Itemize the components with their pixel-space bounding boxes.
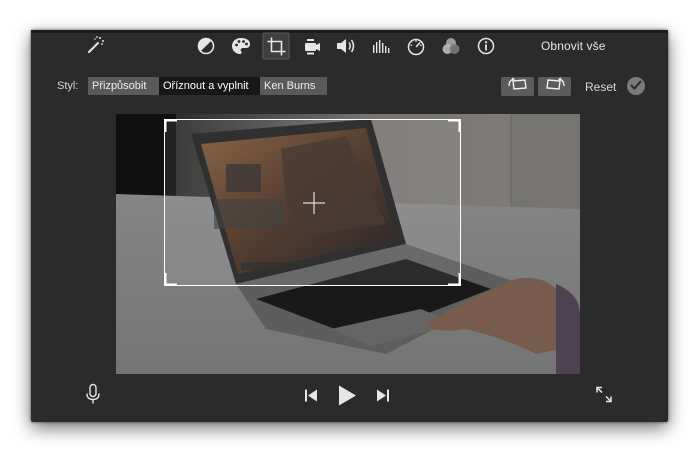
- stabilization-icon[interactable]: [300, 34, 324, 58]
- voiceover-button[interactable]: [85, 383, 101, 411]
- restore-all-button[interactable]: Obnovit vše: [541, 39, 605, 53]
- crop-handle-bottom-left[interactable]: [164, 272, 178, 286]
- rotate-right-button[interactable]: [538, 77, 571, 96]
- volume-icon[interactable]: [334, 34, 358, 58]
- rotate-left-icon: [507, 77, 529, 96]
- style-ken-burns-button[interactable]: Ken Burns: [260, 77, 327, 95]
- skip-forward-button[interactable]: [376, 389, 390, 408]
- fullscreen-button[interactable]: [595, 386, 613, 409]
- crop-icon[interactable]: [262, 32, 290, 60]
- color-balance-icon[interactable]: [194, 34, 218, 58]
- play-icon: [337, 385, 357, 412]
- crop-handle-bottom-right[interactable]: [447, 272, 461, 286]
- style-label: Styl:: [57, 80, 79, 92]
- title-strip: [31, 30, 668, 33]
- play-button[interactable]: [337, 385, 357, 412]
- style-crop-to-fill-button[interactable]: Oříznout a vyplnit: [159, 77, 260, 95]
- apply-button[interactable]: [627, 77, 645, 95]
- checkmark-icon: [630, 77, 642, 95]
- speed-icon[interactable]: [404, 34, 428, 58]
- magic-wand-icon[interactable]: [83, 33, 107, 57]
- crop-rectangle[interactable]: [164, 119, 461, 286]
- equalizer-icon[interactable]: [369, 34, 393, 58]
- microphone-icon: [85, 383, 101, 411]
- reset-button[interactable]: Reset: [585, 80, 616, 94]
- rotate-right-icon: [544, 77, 566, 96]
- crop-handle-top-right[interactable]: [447, 119, 461, 133]
- crop-center-crosshair-icon: [303, 192, 325, 214]
- skip-back-icon: [304, 389, 318, 408]
- info-icon[interactable]: [474, 34, 498, 58]
- style-fit-button[interactable]: Přizpůsobit: [88, 77, 159, 95]
- color-palette-icon[interactable]: [229, 34, 253, 58]
- filter-icon[interactable]: [439, 34, 463, 58]
- crop-handle-top-left[interactable]: [164, 119, 178, 133]
- skip-forward-icon: [376, 389, 390, 408]
- fullscreen-icon: [595, 386, 613, 409]
- rotate-left-button[interactable]: [501, 77, 534, 96]
- skip-back-button[interactable]: [304, 389, 318, 408]
